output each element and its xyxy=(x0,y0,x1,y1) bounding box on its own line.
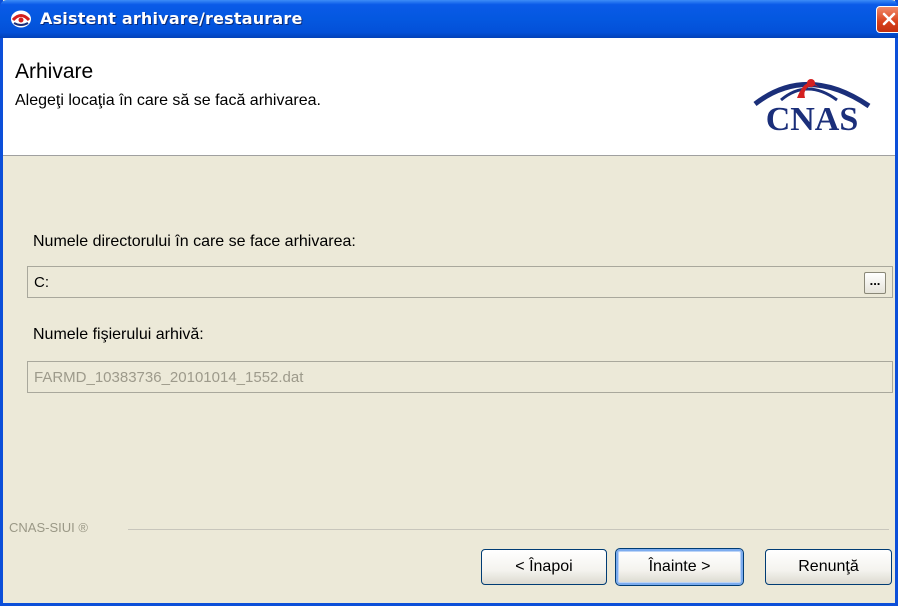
close-icon xyxy=(882,12,896,26)
archive-filename-field: FARMD_10383736_20101014_1552.dat xyxy=(27,361,893,393)
cancel-button[interactable]: Renunţă xyxy=(765,549,892,585)
browse-button[interactable]: ... xyxy=(864,272,886,294)
window-title: Asistent arhivare/restaurare xyxy=(40,9,303,28)
wizard-header: Arhivare Alegeţi locaţia în care să se f… xyxy=(3,38,895,156)
footer-divider xyxy=(128,529,889,530)
archive-filename-value: FARMD_10383736_20101014_1552.dat xyxy=(34,369,304,386)
close-button[interactable] xyxy=(876,6,898,33)
page-subtitle: Alegeţi locaţia în care să se facă arhiv… xyxy=(15,92,321,109)
wizard-window: Asistent arhivare/restaurare Arhivare Al… xyxy=(0,0,898,606)
footer-group-label: CNAS-SIUI ® xyxy=(9,520,88,535)
directory-field[interactable]: C: xyxy=(27,266,893,298)
page-title: Arhivare xyxy=(15,60,94,83)
directory-value: C: xyxy=(34,274,49,291)
back-button[interactable]: < Înapoi xyxy=(481,549,607,585)
cnas-logo: CNAS xyxy=(753,79,871,134)
next-button[interactable]: Înainte > xyxy=(615,548,744,586)
file-label: Numele fişierului arhivă: xyxy=(33,326,204,343)
title-bar[interactable]: Asistent arhivare/restaurare xyxy=(0,0,898,38)
directory-label: Numele directorului în care se face arhi… xyxy=(33,233,356,250)
cnas-app-icon[interactable] xyxy=(10,9,32,29)
logo-text: CNAS xyxy=(766,101,859,134)
